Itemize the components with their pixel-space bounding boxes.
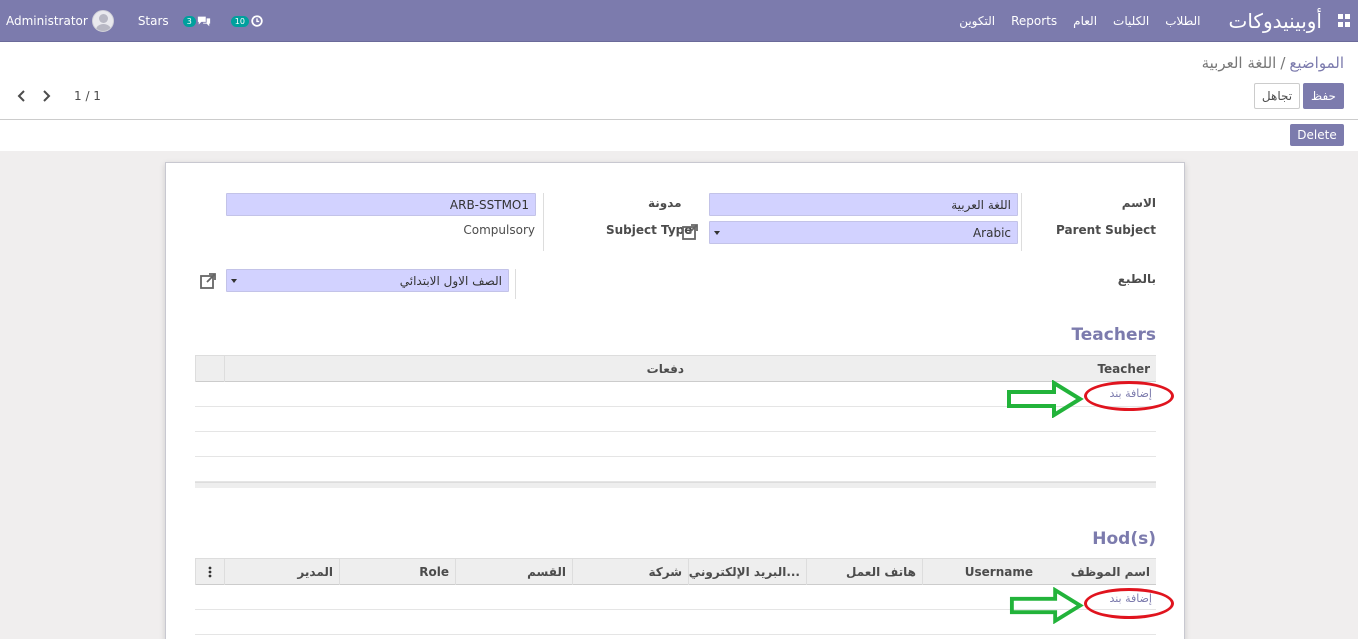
column-separator <box>1021 193 1022 251</box>
grade-select[interactable]: الصف الاول الابتدائي <box>226 269 509 292</box>
chevron-right-icon <box>43 90 51 102</box>
pager-next[interactable] <box>36 88 56 104</box>
breadcrumb: المواضيع/اللغة العربية <box>1202 54 1344 72</box>
pager-value[interactable]: 1 / 1 <box>74 89 101 103</box>
name-value: اللغة العربية <box>951 197 1011 212</box>
pager: 1 / 1 <box>12 88 101 104</box>
teachers-table-footer <box>195 482 1156 488</box>
column-header-work-phone[interactable]: هاتف العمل <box>806 559 922 585</box>
parent-subject-select[interactable]: Arabic <box>709 221 1018 244</box>
table-row <box>195 432 1156 457</box>
menu-year[interactable]: العام <box>1073 14 1097 28</box>
subject-type-value: Compulsory <box>463 223 535 237</box>
code-label: مدونة <box>648 196 682 210</box>
hods-table-header: اسم الموظف Username هاتف العمل البريد ال… <box>195 558 1156 585</box>
column-header-department[interactable]: القسم <box>455 559 572 585</box>
arrow-right-icon <box>1009 587 1084 624</box>
menu-configuration[interactable]: التكوين <box>959 14 995 28</box>
optional-columns-toggle[interactable] <box>195 559 224 585</box>
name-label: الاسم <box>1121 196 1156 210</box>
stars-label: Stars <box>137 14 169 28</box>
apps-icon[interactable] <box>1336 14 1350 28</box>
breadcrumb-current: اللغة العربية <box>1201 54 1277 72</box>
control-panel: المواضيع/اللغة العربية حفظ تجاهل 1 / 1 D… <box>0 42 1358 151</box>
discard-button[interactable]: تجاهل <box>1254 83 1300 109</box>
navbar-systray: Administrator Stars 3 10 <box>6 0 284 42</box>
subject-type-label: Subject Type <box>606 223 693 237</box>
column-header-username[interactable]: Username <box>922 559 1039 585</box>
navbar-main-menu: أوبينيدوكات الطلاب الكليات العام Reports… <box>943 0 1358 42</box>
column-separator <box>543 193 544 251</box>
activities-badge: 10 <box>230 15 249 27</box>
messages-menu[interactable]: 3 <box>182 14 211 28</box>
breadcrumb-subjects[interactable]: المواضيع <box>1289 54 1344 72</box>
form-sheet: الاسم اللغة العربية Parent Subject Arabi… <box>165 162 1185 639</box>
top-navbar: Administrator Stars 3 10 أوبينيدوكات الط… <box>0 0 1358 42</box>
parent-subject-label: Parent Subject <box>1056 223 1156 237</box>
column-header-company[interactable]: شركة <box>572 559 688 585</box>
control-panel-divider <box>0 119 1358 120</box>
chevron-left-icon <box>17 90 25 102</box>
avatar <box>91 10 114 32</box>
breadcrumb-separator: / <box>1280 54 1286 72</box>
chevron-down-icon <box>714 231 720 235</box>
user-name: Administrator <box>6 14 88 28</box>
highlight-ellipse <box>1084 381 1174 411</box>
highlight-ellipse <box>1084 588 1174 619</box>
column-header-teacher[interactable]: Teacher <box>690 356 1156 382</box>
teachers-title: Teachers <box>1071 325 1156 345</box>
table-row <box>195 457 1156 482</box>
external-link-icon[interactable] <box>199 272 217 290</box>
column-header-actions <box>195 356 224 382</box>
activities-menu[interactable]: 10 <box>230 14 264 28</box>
column-header-batches[interactable]: دفعات <box>224 356 690 382</box>
chevron-down-icon <box>231 279 237 283</box>
column-header-role[interactable]: Role <box>339 559 455 585</box>
code-value: ARB-SSTMO1 <box>449 197 529 212</box>
column-header-work-email[interactable]: البريد الإلكتروني للعـ... <box>688 559 806 585</box>
stars-menu[interactable]: Stars <box>138 14 169 28</box>
save-button[interactable]: حفظ <box>1303 83 1344 109</box>
column-header-manager[interactable]: المدير <box>224 559 339 585</box>
hods-title: Hod(s) <box>1092 529 1156 549</box>
grade-label: بالطبع <box>1117 272 1156 286</box>
teachers-table-header: Teacher دفعات <box>195 355 1156 382</box>
column-separator <box>515 269 516 299</box>
app-brand[interactable]: أوبينيدوكات <box>1229 9 1323 33</box>
messages-badge: 3 <box>182 15 196 27</box>
clock-icon <box>251 15 263 27</box>
menu-reports[interactable]: Reports <box>1011 14 1057 28</box>
parent-subject-value: Arabic <box>972 225 1011 240</box>
delete-button[interactable]: Delete <box>1290 124 1344 146</box>
arrow-right-icon <box>1007 380 1084 418</box>
pager-previous[interactable] <box>12 88 32 104</box>
code-input[interactable]: ARB-SSTMO1 <box>226 193 536 216</box>
name-input[interactable]: اللغة العربية <box>709 193 1018 216</box>
menu-colleges[interactable]: الكليات <box>1113 14 1149 28</box>
kebab-menu-icon <box>208 566 212 578</box>
chat-icon <box>197 16 210 27</box>
external-link-icon[interactable] <box>681 223 699 241</box>
column-header-employee-name[interactable]: اسم الموظف <box>1039 559 1156 585</box>
user-menu[interactable]: Administrator <box>6 10 114 32</box>
grade-value: الصف الاول الابتدائي <box>399 273 502 288</box>
menu-students[interactable]: الطلاب <box>1165 14 1200 28</box>
